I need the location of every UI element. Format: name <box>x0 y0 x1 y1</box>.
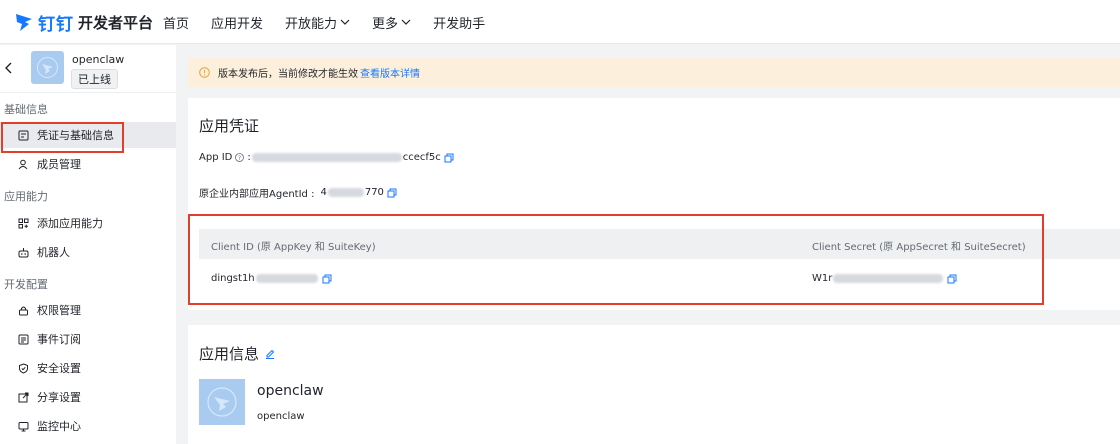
member-icon <box>18 159 28 169</box>
sidebar-item-robot[interactable]: 机器人 <box>0 239 176 265</box>
app-id-row: App ID ? : ccecf5c <box>199 152 454 163</box>
nav-more[interactable]: 更多 <box>372 13 411 32</box>
highlight-box-credentials <box>1 122 124 153</box>
copy-icon[interactable] <box>387 188 397 198</box>
nav-home-label: 首页 <box>163 16 190 32</box>
copy-icon[interactable] <box>444 153 454 163</box>
sidebar-item-monitor[interactable]: 监控中心 <box>0 413 176 439</box>
sidebar: openclaw 已上线 基础信息 凭证与基础信息 成员管理 应用能力 添加应用… <box>0 45 176 444</box>
nav-app-dev-label: 应用开发 <box>211 16 264 32</box>
dingtalk-logo-icon <box>16 14 32 31</box>
app-info-card <box>188 325 1120 444</box>
warning-icon <box>199 67 210 78</box>
sidebar-item-members[interactable]: 成员管理 <box>0 151 176 177</box>
sidebar-item-add-capability[interactable]: 添加应用能力 <box>0 210 176 236</box>
agent-id-suffix: 770 <box>364 187 384 198</box>
main-nav: 首页 应用开发 开放能力 更多 开发助手 <box>163 0 507 44</box>
nav-app-dev[interactable]: 应用开发 <box>211 13 263 32</box>
app-avatar-icon <box>37 57 58 78</box>
sidebar-item-permissions[interactable]: 权限管理 <box>0 297 176 323</box>
sidebar-item-label: 分享设置 <box>37 391 81 404</box>
app-id-suffix: ccecf5c <box>402 152 441 163</box>
agent-id-masked <box>327 188 364 197</box>
edit-icon[interactable] <box>265 349 275 359</box>
sidebar-item-label: 事件订阅 <box>37 333 81 346</box>
sidebar-item-security[interactable]: 安全设置 <box>0 355 176 381</box>
robot-icon <box>18 247 29 257</box>
agent-id-prefix: 4 <box>320 187 327 198</box>
sidebar-item-label: 成员管理 <box>37 158 81 171</box>
chevron-down-icon <box>401 19 411 25</box>
lock-icon <box>19 306 28 315</box>
sidebar-item-label: 安全设置 <box>37 362 81 375</box>
group-title-dev-config: 开发配置 <box>4 278 48 291</box>
credentials-title: 应用凭证 <box>199 117 260 135</box>
group-title-basic: 基础信息 <box>4 103 48 116</box>
chevron-down-icon <box>340 19 350 25</box>
app-info-subtitle: openclaw <box>257 411 305 422</box>
sidebar-item-label: 权限管理 <box>37 304 81 317</box>
nav-dev-assistant-label: 开发助手 <box>433 16 486 32</box>
platform-name: 开发者平台 <box>78 13 154 32</box>
svg-text:?: ? <box>238 155 241 162</box>
group-title-capability: 应用能力 <box>4 190 48 203</box>
sidebar-item-events[interactable]: 事件订阅 <box>0 326 176 352</box>
chevron-left-icon[interactable] <box>4 61 14 75</box>
nav-open-capability-label: 开放能力 <box>285 16 338 32</box>
nav-home[interactable]: 首页 <box>163 13 189 32</box>
agent-id-row: 原企业内部应用AgentId : 4 770 <box>199 185 397 200</box>
app-name: openclaw <box>72 53 125 66</box>
nav-dev-assistant[interactable]: 开发助手 <box>433 13 485 32</box>
app-info-title-row: 应用信息 <box>199 343 275 364</box>
agent-id-label: 原企业内部应用AgentId : <box>199 189 315 200</box>
shield-icon <box>19 362 28 374</box>
app-avatar <box>31 51 64 84</box>
app-info-name: openclaw <box>257 383 324 399</box>
monitor-icon <box>18 421 29 431</box>
nav-more-label: 更多 <box>372 16 399 32</box>
app-info-avatar <box>199 379 245 425</box>
sidebar-item-share[interactable]: 分享设置 <box>0 384 176 410</box>
grid-add-icon <box>18 218 29 228</box>
nav-open-capability[interactable]: 开放能力 <box>285 13 350 32</box>
app-id-colon: : <box>247 152 251 163</box>
top-navbar: 钉钉 开发者平台 首页 应用开发 开放能力 更多 开发助手 <box>0 0 1120 44</box>
brand-name: 钉钉 <box>38 14 74 35</box>
version-detail-link[interactable]: 查看版本详情 <box>360 65 420 80</box>
dingtalk-logo[interactable]: 钉钉 开发者平台 <box>14 9 153 35</box>
publish-notice: 版本发布后，当前修改才能生效 查看版本详情 <box>188 58 1120 87</box>
app-id-masked <box>251 153 402 162</box>
sidebar-item-label: 添加应用能力 <box>37 217 103 230</box>
app-card: openclaw 已上线 <box>0 45 176 93</box>
app-info-title: 应用信息 <box>199 345 260 363</box>
help-icon[interactable]: ? <box>235 153 245 162</box>
app-info-avatar-icon <box>207 387 237 417</box>
highlight-box-client-credentials <box>188 214 1044 305</box>
app-id-label: App ID <box>199 152 233 163</box>
event-icon <box>18 334 29 344</box>
app-status-badge: 已上线 <box>71 69 118 89</box>
share-icon <box>18 392 29 402</box>
sidebar-item-label: 监控中心 <box>37 420 81 433</box>
notice-text: 版本发布后，当前修改才能生效 <box>218 69 358 80</box>
sidebar-item-label: 机器人 <box>37 246 70 259</box>
